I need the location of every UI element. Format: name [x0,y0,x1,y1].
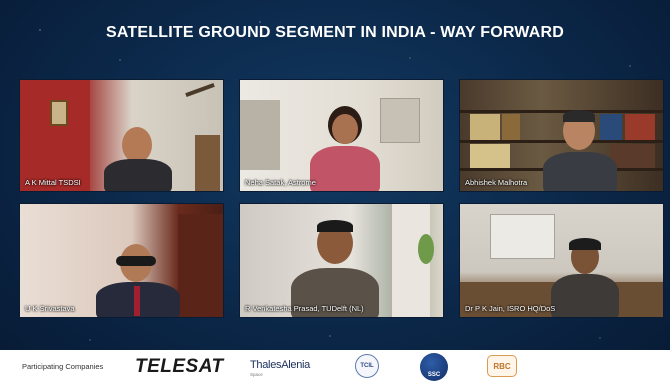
sponsor-footer: Participating Companies TELESAT ThalesAl… [0,350,670,382]
participant-name: Dr P K Jain, ISRO HQ/DoS [465,304,556,313]
red-wall [20,80,90,191]
telesat-logo: TELESAT [135,356,224,377]
video-tile-3[interactable]: Abhishek Malhotra [459,79,664,192]
participant-name: Abhishek Malhotra [465,178,528,187]
tcil-logo-text: TCIL [360,363,374,369]
thales-alenia-sub: Space [250,372,263,377]
video-tile-2[interactable]: Neha Satak, Astrome [239,79,444,192]
doorway [240,100,280,170]
webinar-title: SATELLITE GROUND SEGMENT IN INDIA - WAY … [105,24,564,41]
tcil-logo: TCIL [355,354,379,378]
door [195,135,220,191]
video-tile-6[interactable]: Dr P K Jain, ISRO HQ/DoS [459,203,664,318]
participant-name: A K Mittal TSDSI [25,178,81,187]
thales-alenia-logo: ThalesAlenia [250,359,310,371]
participant-name: R Venkatesha Prasad, TUDelft (NL) [245,304,364,313]
participant-video [545,238,625,317]
participant-video [535,110,625,191]
video-tile-5[interactable]: R Venkatesha Prasad, TUDelft (NL) [239,203,444,318]
footer-label: Participating Companies [22,362,104,371]
participant-video [98,125,178,191]
plant [418,234,434,264]
participant-name: Neha Satak, Astrome [245,178,316,187]
ssc-logo-text: SSC [427,372,441,378]
ssc-logo: SSC [420,353,448,381]
rbc-logo: RBC [487,355,517,377]
participant-video [90,242,185,317]
video-tile-4[interactable]: U K Srivastava [19,203,224,318]
ceiling-fan [185,82,215,98]
wall-frame [50,100,68,126]
participant-name: U K Srivastava [25,304,75,313]
video-tile-1[interactable]: A K Mittal TSDSI [19,79,224,192]
rbc-logo-text: RBC [493,361,511,371]
